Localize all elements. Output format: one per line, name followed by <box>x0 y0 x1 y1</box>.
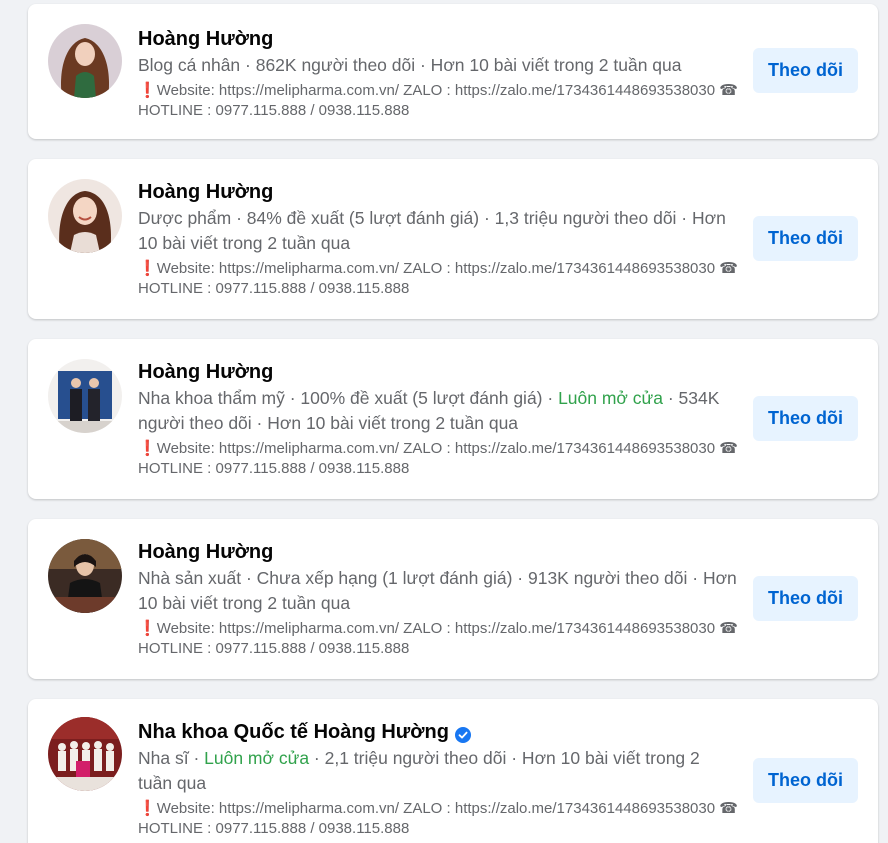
open-status: Luôn mở cửa <box>558 388 663 408</box>
page-name-link[interactable]: Hoàng Hường <box>138 179 738 205</box>
bio-text: Website: https://melipharma.com.vn/ ZALO… <box>138 82 738 119</box>
result-card[interactable]: Hoàng Hường Blog cá nhân · 862K người the… <box>28 4 878 139</box>
page-meta: Nhà sản xuất · Chưa xếp hạng (1 lượt đán… <box>138 566 738 616</box>
avatar[interactable] <box>48 359 122 433</box>
exclamation-icon: ❗ <box>138 620 157 637</box>
bio-text: Website: https://melipharma.com.vn/ ZALO… <box>138 800 738 837</box>
result-info: Hoàng Hường Nhà sản xuất · Chưa xếp hạng … <box>138 539 738 659</box>
page-name-link[interactable]: Hoàng Hường <box>138 26 738 52</box>
avatar[interactable] <box>48 24 122 98</box>
bio-text: Website: https://melipharma.com.vn/ ZALO… <box>138 260 738 297</box>
open-status: Luôn mở cửa <box>204 748 310 768</box>
meta-text: Blog cá nhân · 862K người theo dõi · Hơn… <box>138 55 682 75</box>
result-info: Nha khoa Quốc tế Hoàng Hường Nha sĩ · Luô… <box>138 719 738 839</box>
page-name[interactable]: Hoàng Hường <box>138 539 273 565</box>
result-card[interactable]: Hoàng Hường Nha khoa thẩm mỹ · 100% đề xu… <box>28 339 878 499</box>
follow-button[interactable]: Theo dõi <box>753 576 858 621</box>
page-name[interactable]: Hoàng Hường <box>138 26 273 52</box>
page-bio: ❗Website: https://melipharma.com.vn/ ZAL… <box>138 619 738 659</box>
search-results-list: Hoàng Hường Blog cá nhân · 862K người the… <box>0 0 888 843</box>
result-info: Hoàng Hường Blog cá nhân · 862K người the… <box>138 26 738 121</box>
result-info: Hoàng Hường Dược phẩm · 84% đề xuất (5 lư… <box>138 179 738 299</box>
bio-text: Website: https://melipharma.com.vn/ ZALO… <box>138 620 738 657</box>
avatar[interactable] <box>48 717 122 791</box>
meta-text: Nha khoa thẩm mỹ · 100% đề xuất (5 lượt … <box>138 388 559 408</box>
bio-text: Website: https://melipharma.com.vn/ ZALO… <box>138 440 738 477</box>
result-info: Hoàng Hường Nha khoa thẩm mỹ · 100% đề xu… <box>138 359 738 479</box>
page-meta: Blog cá nhân · 862K người theo dõi · Hơn… <box>138 53 738 78</box>
page-name-link[interactable]: Hoàng Hường <box>138 359 738 385</box>
follow-button[interactable]: Theo dõi <box>753 216 858 261</box>
avatar[interactable] <box>48 539 122 613</box>
meta-text: Nhà sản xuất · Chưa xếp hạng (1 lượt đán… <box>138 568 737 613</box>
follow-button[interactable]: Theo dõi <box>753 396 858 441</box>
result-card[interactable]: Hoàng Hường Nhà sản xuất · Chưa xếp hạng … <box>28 519 878 679</box>
exclamation-icon: ❗ <box>138 440 157 457</box>
follow-button[interactable]: Theo dõi <box>753 48 858 93</box>
meta-text: Nha sĩ · <box>138 748 205 768</box>
exclamation-icon: ❗ <box>138 800 157 817</box>
page-meta: Dược phẩm · 84% đề xuất (5 lượt đánh giá… <box>138 206 738 256</box>
result-card[interactable]: Nha khoa Quốc tế Hoàng Hường Nha sĩ · Luô… <box>28 699 878 843</box>
page-name[interactable]: Hoàng Hường <box>138 179 273 205</box>
page-meta: Nha khoa thẩm mỹ · 100% đề xuất (5 lượt … <box>138 386 738 436</box>
meta-text: Dược phẩm · 84% đề xuất (5 lượt đánh giá… <box>138 208 726 253</box>
result-card[interactable]: Hoàng Hường Dược phẩm · 84% đề xuất (5 lư… <box>28 159 878 319</box>
page-name[interactable]: Nha khoa Quốc tế Hoàng Hường <box>138 719 449 745</box>
page-bio: ❗Website: https://melipharma.com.vn/ ZAL… <box>138 259 738 299</box>
page-bio: ❗Website: https://melipharma.com.vn/ ZAL… <box>138 81 738 121</box>
follow-button[interactable]: Theo dõi <box>753 758 858 803</box>
exclamation-icon: ❗ <box>138 82 157 99</box>
avatar[interactable] <box>48 179 122 253</box>
page-meta: Nha sĩ · Luôn mở cửa · 2,1 triệu người t… <box>138 746 738 796</box>
page-name-link[interactable]: Nha khoa Quốc tế Hoàng Hường <box>138 719 738 745</box>
page-bio: ❗Website: https://melipharma.com.vn/ ZAL… <box>138 439 738 479</box>
exclamation-icon: ❗ <box>138 260 157 277</box>
verified-badge-icon <box>454 724 471 743</box>
page-name[interactable]: Hoàng Hường <box>138 359 273 385</box>
page-bio: ❗Website: https://melipharma.com.vn/ ZAL… <box>138 799 738 839</box>
page-name-link[interactable]: Hoàng Hường <box>138 539 738 565</box>
